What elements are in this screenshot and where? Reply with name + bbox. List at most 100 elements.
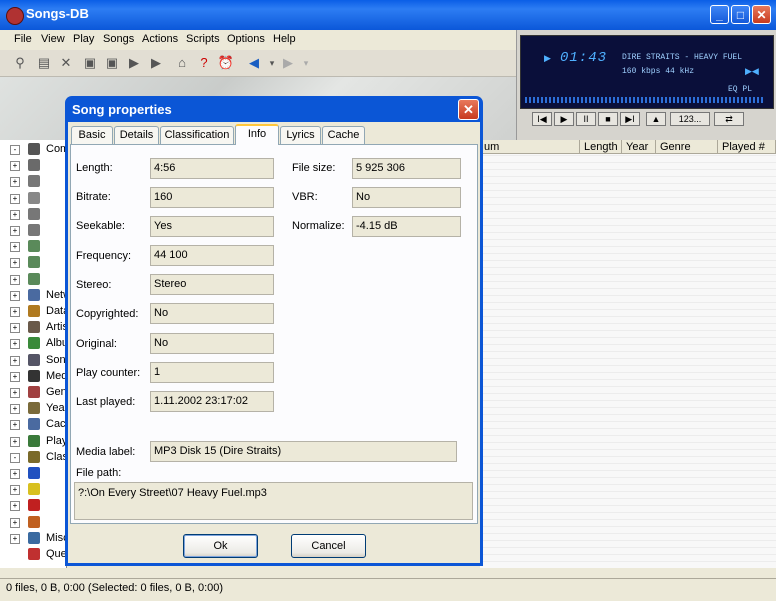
normalize-field[interactable]: -4.15 dB — [352, 216, 461, 237]
tree-item[interactable]: + — [8, 466, 68, 482]
expand-icon[interactable]: + — [10, 371, 20, 382]
cancel-button[interactable]: Cancel — [291, 534, 366, 558]
expand-icon[interactable]: + — [10, 323, 20, 334]
tree-item[interactable]: Que — [8, 547, 68, 563]
copyrighted-field[interactable]: No — [150, 303, 274, 324]
tree-item[interactable]: + Play — [8, 434, 68, 450]
close-window-button[interactable]: ✕ — [752, 5, 771, 24]
frequency-field[interactable]: 44 100 — [150, 245, 274, 266]
expand-icon[interactable]: + — [10, 258, 20, 269]
expand-icon[interactable]: + — [10, 209, 20, 220]
player-eq-pl[interactable]: EQ PL — [728, 85, 752, 94]
tree-item[interactable]: + — [8, 239, 68, 255]
stop-button[interactable]: ■ — [598, 112, 618, 126]
tab-info[interactable]: Info — [235, 124, 279, 145]
expand-icon[interactable]: + — [10, 355, 20, 366]
tree-item[interactable]: + — [8, 482, 68, 498]
expand-icon[interactable]: + — [10, 307, 20, 317]
expand-icon[interactable]: + — [10, 420, 20, 431]
minimize-button[interactable]: _ — [710, 5, 729, 24]
last-played-field[interactable]: 1.11.2002 23:17:02 — [150, 391, 274, 412]
menu-help[interactable]: Help — [273, 33, 296, 45]
tab-lyrics[interactable]: Lyrics — [280, 126, 321, 144]
forward-arrow-icon[interactable]: ▶ — [278, 53, 298, 73]
up-icon[interactable]: ⌂ — [172, 53, 192, 73]
original-field[interactable]: No — [150, 333, 274, 354]
play-icon[interactable]: ▶ — [124, 53, 144, 73]
menu-scripts[interactable]: Scripts — [186, 33, 220, 45]
tree-item[interactable]: - Comp — [8, 142, 75, 158]
menu-view[interactable]: View — [41, 33, 65, 45]
collapse-icon[interactable]: - — [10, 452, 20, 463]
menu-actions[interactable]: Actions — [142, 33, 178, 45]
back-arrow-icon[interactable]: ◀ — [244, 53, 264, 73]
vbr-field[interactable]: No — [352, 187, 461, 208]
file-size-field[interactable]: 5 925 306 — [352, 158, 461, 179]
tree-item[interactable]: + — [8, 498, 68, 514]
tree-item[interactable]: + Misc — [8, 531, 69, 547]
prev-button[interactable]: I◀ — [532, 112, 552, 126]
tree-item[interactable]: + — [8, 158, 68, 174]
menu-file[interactable]: File — [14, 33, 32, 45]
maximize-button[interactable]: □ — [731, 5, 750, 24]
tree-item[interactable]: - Class — [8, 450, 74, 466]
expand-icon[interactable]: + — [10, 274, 20, 285]
eject-button[interactable]: ▲ — [646, 112, 666, 126]
expand-icon[interactable]: + — [10, 501, 20, 512]
shuffle-icon[interactable]: ▶◀ — [745, 66, 759, 77]
play-button[interactable]: ▶ — [554, 112, 574, 126]
expand-icon[interactable]: + — [10, 388, 20, 398]
playlist-button[interactable]: 123... — [670, 112, 710, 126]
bitrate-field[interactable]: 160 — [150, 187, 274, 208]
play-counter-field[interactable]: 1 — [150, 362, 274, 383]
menu-play[interactable]: Play — [73, 33, 94, 45]
expand-icon[interactable]: + — [10, 193, 20, 204]
disc-icon[interactable]: ▣ — [102, 53, 122, 73]
tab-classification[interactable]: Classification — [160, 126, 234, 144]
pause-button[interactable]: II — [576, 112, 596, 126]
delete-icon[interactable]: ✕ — [56, 53, 76, 73]
forward-dropdown-icon[interactable]: ▾ — [296, 53, 316, 73]
tree-item[interactable]: + — [8, 207, 68, 223]
dialog-close-button[interactable]: ✕ — [458, 99, 479, 120]
expand-icon[interactable]: + — [10, 177, 20, 188]
expand-icon[interactable]: + — [10, 436, 20, 447]
expand-icon[interactable]: + — [10, 485, 20, 496]
column-album[interactable]: um — [480, 140, 580, 154]
tab-basic[interactable]: Basic — [71, 126, 113, 144]
next-icon[interactable]: ▶ — [146, 53, 166, 73]
column-played[interactable]: Played # — [718, 140, 776, 154]
alarm-icon[interactable]: ⏰ — [216, 53, 236, 73]
tree-item[interactable]: + — [8, 174, 68, 190]
tree-item[interactable]: + Cach — [8, 417, 72, 433]
expand-icon[interactable]: + — [10, 339, 20, 350]
tree-item[interactable]: + Netw — [8, 288, 71, 304]
tree-item[interactable]: + — [8, 191, 68, 207]
expand-icon[interactable]: + — [10, 161, 20, 172]
expand-icon[interactable]: + — [10, 290, 20, 301]
menu-songs[interactable]: Songs — [103, 33, 134, 45]
tree-item[interactable]: + — [8, 272, 68, 288]
menu-options[interactable]: Options — [227, 33, 265, 45]
cd-icon[interactable]: ▣ — [80, 53, 100, 73]
stereo-field[interactable]: Stereo — [150, 274, 274, 295]
tree-item[interactable]: + — [8, 223, 68, 239]
expand-icon[interactable]: + — [10, 242, 20, 253]
expand-icon[interactable]: + — [10, 517, 20, 528]
expand-icon[interactable]: + — [10, 226, 20, 236]
collapse-icon[interactable]: - — [10, 145, 20, 155]
tree-item[interactable]: + Genr — [8, 385, 70, 401]
tree-item[interactable]: + Albu — [8, 336, 68, 352]
column-genre[interactable]: Genre — [656, 140, 718, 154]
column-length[interactable]: Length — [580, 140, 622, 154]
tree-item[interactable]: + Medi — [8, 369, 70, 385]
tree-item[interactable]: + — [8, 255, 68, 271]
next-button[interactable]: ▶I — [620, 112, 640, 126]
expand-icon[interactable]: + — [10, 469, 20, 479]
properties-icon[interactable]: ▤ — [34, 53, 54, 73]
expand-icon[interactable]: + — [10, 533, 20, 544]
tree-item[interactable]: + Data — [8, 304, 69, 320]
file-path-field[interactable]: ?:\On Every Street\07 Heavy Fuel.mp3 — [74, 482, 473, 520]
length-field[interactable]: 4:56 — [150, 158, 274, 179]
tab-cache[interactable]: Cache — [322, 126, 365, 144]
